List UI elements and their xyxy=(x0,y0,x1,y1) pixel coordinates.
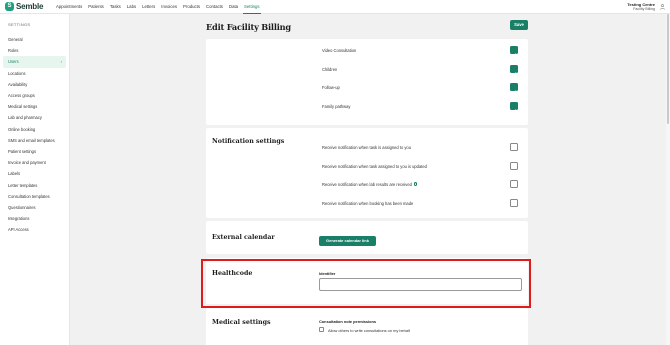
notification-label: Receive notification when booking has be… xyxy=(322,200,414,206)
sidebar-item-letter-templates[interactable]: Letter templates xyxy=(0,179,69,190)
task-assigned-checkbox[interactable] xyxy=(510,143,518,151)
nav-contacts[interactable]: Contacts xyxy=(205,0,224,14)
sidebar-item-users[interactable]: Users › xyxy=(3,56,66,68)
notification-label: Receive notification when task is assign… xyxy=(322,144,411,150)
nav-patients[interactable]: Patients xyxy=(87,0,105,14)
consultation-type-row: Family pathway xyxy=(322,101,518,114)
consultation-type-row: Children xyxy=(322,64,518,77)
nav-invoices[interactable]: Invoices xyxy=(160,0,178,14)
sidebar-item-locations[interactable]: Locations xyxy=(0,68,69,79)
check-icon xyxy=(511,90,517,95)
identifier-input[interactable] xyxy=(319,278,522,291)
identifier-label: Identifier xyxy=(319,271,336,276)
main-content: Edit Facility Billing Save Video Consult… xyxy=(70,14,670,345)
scrollbar-thumb[interactable] xyxy=(667,14,669,124)
nav-products[interactable]: Products xyxy=(182,0,201,14)
chevron-right-icon: › xyxy=(60,59,62,65)
booking-made-checkbox[interactable] xyxy=(510,199,518,207)
sidebar-item-general[interactable]: General xyxy=(0,34,69,45)
semble-logo-icon: S xyxy=(5,2,14,11)
sidebar-item-roles[interactable]: Roles xyxy=(0,45,69,56)
consultation-note-permissions-label: Consultation note permissions xyxy=(319,319,377,324)
brand-logo[interactable]: S Semble xyxy=(0,2,55,11)
main-nav: Appointments Patients Tasks Labs Letters… xyxy=(55,0,265,14)
top-nav-bar: S Semble Appointments Patients Tasks Lab… xyxy=(0,0,670,14)
nav-data[interactable]: Data xyxy=(228,0,239,14)
sidebar-item-lab-and-pharmacy[interactable]: Lab and pharmacy xyxy=(0,112,69,123)
sidebar-item-sms-email-templates[interactable]: SMS and email templates xyxy=(0,135,69,146)
page-title: Edit Facility Billing xyxy=(206,22,291,32)
check-icon xyxy=(511,72,517,77)
allow-others-checkbox[interactable] xyxy=(319,327,324,332)
external-calendar-title: External calendar xyxy=(212,234,275,241)
tenant-switcher[interactable]: Testing Centre Facility Billing xyxy=(627,2,655,11)
notification-settings-card: Notification settings Receive notificati… xyxy=(206,128,528,218)
sidebar-item-invoice-payment[interactable]: Invoice and payment xyxy=(0,157,69,168)
notification-row: Receive notification when task assigned … xyxy=(322,161,518,171)
sidebar-item-patient-settings[interactable]: Patient settings xyxy=(0,146,69,157)
consultation-type-row: Follow-up xyxy=(322,82,518,95)
medical-settings-card: Medical settings Consultation note permi… xyxy=(206,308,528,345)
sidebar-item-integrations[interactable]: Integrations xyxy=(0,213,69,224)
sidebar-item-access-groups[interactable]: Access groups xyxy=(0,90,69,101)
nav-appointments[interactable]: Appointments xyxy=(55,0,83,14)
consultation-type-label: Family pathway xyxy=(322,103,351,109)
nav-labs[interactable]: Labs xyxy=(126,0,137,14)
children-checkbox[interactable] xyxy=(510,65,518,77)
notification-row: Receive notification when task is assign… xyxy=(322,142,518,152)
sidebar-title: SETTINGS xyxy=(8,22,31,27)
notification-label: Receive notification when lab results ar… xyxy=(322,181,412,187)
consultation-type-label: Video Consultation xyxy=(322,47,357,53)
check-icon xyxy=(511,109,517,114)
consultation-type-label: Follow-up xyxy=(322,84,340,90)
sidebar-item-online-booking[interactable]: Online booking xyxy=(0,124,69,135)
tenant-subtitle: Facility Billing xyxy=(633,7,655,11)
sidebar-item-label: Users xyxy=(8,59,19,65)
sidebar-item-api-access[interactable]: API Access xyxy=(0,224,69,235)
nav-settings[interactable]: Settings xyxy=(243,0,261,14)
video-consultation-checkbox[interactable] xyxy=(510,46,518,58)
allow-others-label: Allow others to write consultations on m… xyxy=(328,328,410,333)
healthcode-title: Healthcode xyxy=(212,270,253,277)
follow-up-checkbox[interactable] xyxy=(510,83,518,95)
medical-settings-title: Medical settings xyxy=(212,319,271,326)
task-updated-checkbox[interactable] xyxy=(510,162,518,170)
family-pathway-checkbox[interactable] xyxy=(510,102,518,114)
generate-calendar-link-button[interactable]: Generate calendar link xyxy=(319,236,376,246)
sidebar-item-labels[interactable]: Labels xyxy=(0,168,69,179)
consultation-type-row: Video Consultation xyxy=(322,45,518,58)
notification-row: Receive notification when lab results ar… xyxy=(322,179,518,189)
user-icon[interactable] xyxy=(660,4,665,10)
check-icon xyxy=(511,53,517,58)
lab-results-checkbox[interactable] xyxy=(510,180,518,188)
sidebar-item-medical-settings[interactable]: Medical settings xyxy=(0,101,69,112)
settings-sidebar: SETTINGS General Roles Users › Locations… xyxy=(0,14,70,345)
page-scrollbar[interactable] xyxy=(666,14,670,345)
nav-letters[interactable]: Letters xyxy=(141,0,156,14)
healthcode-card: Healthcode Identifier xyxy=(206,258,528,304)
consultation-type-label: Children xyxy=(322,66,338,72)
sidebar-item-questionnaires[interactable]: Questionnaires xyxy=(0,202,69,213)
save-button[interactable]: Save xyxy=(510,20,528,30)
info-icon[interactable]: i xyxy=(413,182,418,186)
consultation-types-card: Video Consultation Children Follow-up Fa… xyxy=(206,39,528,125)
sidebar-item-consultation-templates[interactable]: Consultation templates xyxy=(0,191,69,202)
nav-tasks[interactable]: Tasks xyxy=(109,0,122,14)
notification-settings-title: Notification settings xyxy=(212,138,285,145)
notification-row: Receive notification when booking has be… xyxy=(322,198,518,208)
notification-label: Receive notification when task assigned … xyxy=(322,163,427,169)
brand-name: Semble xyxy=(16,2,44,11)
sidebar-item-availability[interactable]: Availability xyxy=(0,79,69,90)
page-header: Edit Facility Billing Save xyxy=(206,20,528,34)
